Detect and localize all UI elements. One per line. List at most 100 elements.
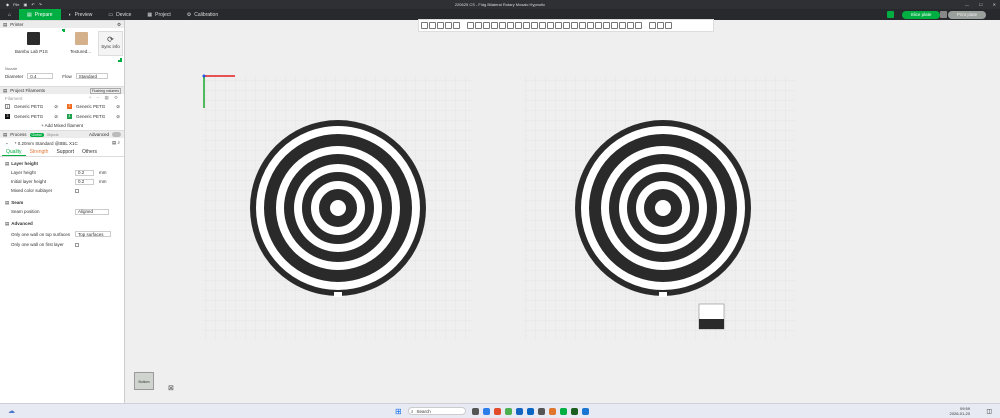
process-preset[interactable]: * 0.20mm Standard @BBL X1C <box>15 141 78 146</box>
taskbar-app-icon[interactable] <box>505 407 512 415</box>
wipe-tower[interactable] <box>698 303 725 330</box>
fit-view-icon[interactable]: ⊠ <box>168 384 174 392</box>
taskbar-app-icon[interactable] <box>516 407 523 415</box>
clock[interactable]: 09:59 2026-01-20 <box>950 406 970 416</box>
objects-toggle[interactable]: Objects <box>47 133 59 137</box>
toolbar-tool-icon[interactable] <box>563 22 570 29</box>
toolbar-tool-icon[interactable] <box>555 22 562 29</box>
toolbar-tool-icon[interactable] <box>421 22 428 29</box>
close-icon[interactable]: ✕ <box>993 2 996 7</box>
printer-name[interactable]: Bambu Lab P1S <box>15 49 48 54</box>
add-mixed-filament-button[interactable]: + Add Mixed filament <box>0 121 124 130</box>
one-wall-first-checkbox[interactable] <box>75 242 79 247</box>
build-plates-canvas[interactable] <box>125 20 1000 403</box>
tab-calibration[interactable]: ⚙ Calibration <box>179 9 226 20</box>
edit-icon[interactable]: ⊘ <box>116 114 120 120</box>
taskbar-app-icon[interactable] <box>483 407 490 415</box>
tab-device[interactable]: ▭ Device <box>100 9 139 20</box>
toolbar-tool-icon[interactable] <box>429 22 436 29</box>
sync-info-button[interactable]: ⟳ Sync info <box>98 31 123 56</box>
taskbar-app-icon[interactable] <box>582 407 589 415</box>
print-plate-button[interactable]: Print plate <box>948 10 986 19</box>
minimize-icon[interactable]: — <box>965 2 969 7</box>
mixed-color-checkbox[interactable] <box>75 188 79 193</box>
toolbar-tool-icon[interactable] <box>475 22 482 29</box>
3d-viewport[interactable]: Bottom ⊠ <box>125 20 1000 403</box>
settings-gear-icon[interactable]: ⚙ <box>117 22 121 28</box>
start-icon[interactable]: ⊞ <box>395 407 402 416</box>
global-toggle[interactable]: Global <box>29 132 44 137</box>
flow-select[interactable]: Standard <box>75 73 108 79</box>
tab-others[interactable]: Others <box>78 148 101 156</box>
toolbar-tool-icon[interactable] <box>499 22 506 29</box>
toolbar-tool-icon[interactable] <box>437 22 444 29</box>
filament-actions[interactable]: + − ▦ ⚙ <box>89 95 120 101</box>
toolbar-tool-icon[interactable] <box>531 22 538 29</box>
initial-layer-input[interactable]: 0.2 <box>75 178 94 185</box>
toolbar-tool-icon[interactable] <box>635 22 642 29</box>
toolbar-tool-icon[interactable] <box>657 22 664 29</box>
widgets-icon[interactable]: ☁ <box>8 407 15 415</box>
taskbar-app-icon[interactable] <box>571 407 578 415</box>
taskbar-app-icon[interactable] <box>494 407 501 415</box>
seam-position-select[interactable]: Aligned <box>75 208 109 215</box>
orientation-cube[interactable]: Bottom <box>134 372 154 390</box>
taskbar-app-icon[interactable] <box>538 407 545 415</box>
toolbar-tool-icon[interactable] <box>523 22 530 29</box>
taskbar-app-icon[interactable] <box>560 407 567 415</box>
filament-item[interactable]: 3 Generic PETG ⊘ <box>0 112 62 121</box>
plate-image[interactable] <box>75 32 88 45</box>
layer-height-input[interactable]: 0.2 <box>75 169 94 176</box>
tab-quality[interactable]: Quality <box>2 148 26 156</box>
toolbar-tool-icon[interactable] <box>507 22 514 29</box>
slice-plate-button[interactable]: Slice plate <box>902 10 940 19</box>
advanced-toggle[interactable] <box>112 132 121 137</box>
preset-dropdown-icon[interactable]: ⌄ <box>5 140 9 146</box>
taskbar-app-icon[interactable] <box>527 407 534 415</box>
spiral-model-2[interactable] <box>575 120 751 297</box>
filament-item[interactable]: 2 Generic PETG ⊘ <box>62 102 124 111</box>
toolbar-tool-icon[interactable] <box>587 22 594 29</box>
toolbar-tool-icon[interactable] <box>491 22 498 29</box>
notification-icon[interactable]: ◫ <box>986 408 992 415</box>
one-wall-top-select[interactable]: Top surfaces <box>75 231 111 237</box>
tab-strength[interactable]: Strength <box>26 148 53 156</box>
tab-prepare[interactable]: ▤ Prepare <box>19 9 61 20</box>
filament-item[interactable]: 1 Generic PETG ⊘ <box>0 102 62 111</box>
save-preset-icon[interactable]: ▤ ⌕ <box>112 140 120 146</box>
maximize-icon[interactable]: ☐ <box>979 2 983 7</box>
taskbar-app-icon[interactable] <box>472 407 479 415</box>
edit-icon[interactable]: ⊘ <box>54 114 58 120</box>
toolbar-tool-icon[interactable] <box>627 22 634 29</box>
toolbar-tool-icon[interactable] <box>603 22 610 29</box>
toolbar-tool-icon[interactable] <box>611 22 618 29</box>
tab-preview[interactable]: ◐ Preview <box>61 9 101 20</box>
filaments-section-header[interactable]: ▤ Project Filaments Flushing volumes <box>0 86 124 94</box>
toolbar-tool-icon[interactable] <box>539 22 546 29</box>
filament-item[interactable]: 4 Generic PETG ⊘ <box>62 112 124 121</box>
flushing-volumes-button[interactable]: Flushing volumes <box>89 87 121 94</box>
toolbar-tool-icon[interactable] <box>453 22 460 29</box>
spiral-model-1[interactable] <box>250 120 426 297</box>
toolbar-tool-icon[interactable] <box>595 22 602 29</box>
home-tab[interactable]: ⌂ <box>0 9 19 20</box>
printer-section-header[interactable]: ▤ Printer ⚙ <box>0 20 124 28</box>
toolbar-tool-icon[interactable] <box>649 22 656 29</box>
tab-project[interactable]: ▦ Project <box>139 9 178 20</box>
printer-image[interactable] <box>27 32 40 45</box>
toolbar-tool-icon[interactable] <box>467 22 474 29</box>
diameter-select[interactable]: 0.4 <box>27 73 54 79</box>
toolbar-tool-icon[interactable] <box>445 22 452 29</box>
toolbar-tool-icon[interactable] <box>483 22 490 29</box>
toolbar-tool-icon[interactable] <box>665 22 672 29</box>
edit-icon[interactable]: ⊘ <box>116 104 120 110</box>
slice-all-icon[interactable] <box>887 11 894 18</box>
taskbar-app-icon[interactable] <box>549 407 556 415</box>
toolbar-tool-icon[interactable] <box>571 22 578 29</box>
toolbar-tool-icon[interactable] <box>515 22 522 29</box>
print-dropdown-icon[interactable] <box>940 11 947 18</box>
edit-icon[interactable]: ⊘ <box>54 104 58 110</box>
toolbar-tool-icon[interactable] <box>619 22 626 29</box>
plate-name[interactable]: Textured... <box>70 49 91 54</box>
toolbar-tool-icon[interactable] <box>547 22 554 29</box>
